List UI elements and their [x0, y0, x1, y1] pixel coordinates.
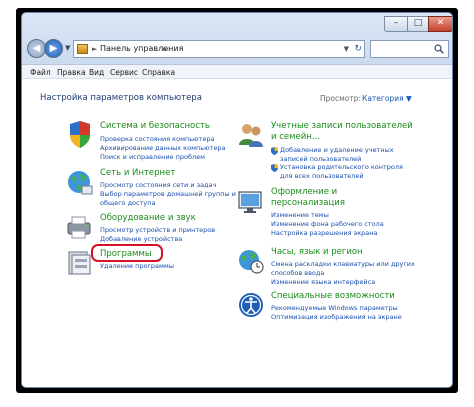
view-label: Просмотр: — [320, 94, 362, 103]
recent-pages-dropdown[interactable]: ▼ — [65, 44, 70, 52]
appearance-icon — [238, 191, 262, 213]
breadcrumb-separator[interactable]: ► — [92, 41, 97, 57]
menu-bar: Файл Правка Вид Сервис Справка — [22, 64, 452, 79]
link-screen-resolution[interactable]: Настройка разрешения экрана — [271, 229, 377, 238]
search-input[interactable] — [370, 40, 449, 58]
security-shield-icon — [70, 121, 90, 148]
link-homegroup-cont[interactable]: общего доступа — [100, 199, 155, 208]
link-optimize-display[interactable]: Оптимизация изображения на экране — [271, 313, 402, 322]
category-appearance-title-line2[interactable]: персонализация — [271, 198, 345, 209]
link-change-keyboard-cont[interactable]: способов ввода — [271, 269, 324, 278]
link-troubleshoot[interactable]: Поиск и исправление проблем — [100, 153, 205, 162]
link-change-display-language[interactable]: Изменение языка интерфейса — [271, 278, 375, 287]
link-recommended-settings[interactable]: Рекомендуемые Windows параметры — [271, 304, 398, 313]
category-access-title[interactable]: Специальные возможности — [271, 291, 395, 302]
category-network: Сеть и Интернет Просмотр состояния сети … — [66, 168, 246, 208]
category-appearance-title[interactable]: Оформление и — [271, 187, 337, 198]
link-network-status[interactable]: Просмотр состояния сети и задач — [100, 181, 216, 190]
minimize-button[interactable]: – — [384, 16, 408, 32]
breadcrumb-separator[interactable]: ► — [163, 41, 168, 57]
control-panel-icon — [77, 44, 88, 54]
category-clock: Часы, язык и регион Смена раскладки клав… — [237, 247, 427, 289]
link-change-background[interactable]: Изменение фона рабочего стола — [271, 220, 384, 229]
programs-icon — [68, 251, 91, 275]
category-users-title[interactable]: Учетные записи пользователей — [271, 121, 413, 132]
maximize-button[interactable]: □ — [407, 16, 429, 32]
menu-view[interactable]: Вид — [89, 66, 104, 79]
category-clock-title[interactable]: Часы, язык и регион — [271, 247, 363, 258]
link-change-theme[interactable]: Изменение темы — [271, 211, 329, 220]
address-bar[interactable]: ► Панель управления ► ▼ ↻ — [73, 40, 365, 58]
category-security-title[interactable]: Система и безопасность — [100, 121, 210, 132]
programs-highlight — [91, 244, 163, 262]
search-icon[interactable] — [434, 44, 444, 54]
link-change-keyboard[interactable]: Смена раскладки клавиатуры или других — [271, 260, 415, 269]
printer-icon — [67, 216, 91, 239]
view-mode-dropdown[interactable]: Категория ▼ — [362, 94, 412, 103]
link-parental-controls[interactable]: Установка родительского контроля — [280, 163, 403, 172]
menu-help[interactable]: Справка — [142, 66, 175, 79]
users-icon — [239, 124, 263, 147]
link-backup[interactable]: Архивирование данных компьютера — [100, 144, 225, 153]
menu-file[interactable]: Файл — [30, 66, 51, 79]
menu-tools[interactable]: Сервис — [110, 66, 138, 79]
category-access: Специальные возможности Рекомендуемые Wi… — [237, 291, 427, 325]
content-area: Настройка параметров компьютера Просмотр… — [22, 79, 452, 387]
link-add-device[interactable]: Добавление устройства — [100, 235, 182, 244]
category-appearance: Оформление и персонализация Изменение те… — [237, 187, 417, 239]
refresh-icon[interactable]: ↻ — [354, 41, 362, 57]
category-network-title[interactable]: Сеть и Интернет — [100, 168, 175, 179]
address-dropdown-icon[interactable]: ▼ — [344, 41, 349, 57]
forward-button[interactable]: ▶ — [44, 39, 63, 58]
link-homegroup[interactable]: Выбор параметров домашней группы и — [100, 190, 236, 199]
page-title: Настройка параметров компьютера — [40, 93, 202, 103]
network-globe-icon — [68, 171, 93, 195]
category-hardware-title[interactable]: Оборудование и звук — [100, 213, 196, 224]
category-users: Учетные записи пользователей и семейн...… — [237, 121, 417, 181]
ease-of-access-icon — [239, 293, 263, 317]
link-uninstall-program[interactable]: Удаление программы — [100, 262, 174, 271]
category-users-title-line2[interactable]: и семейн... — [271, 132, 320, 143]
uac-shield-icon — [271, 147, 278, 155]
link-parental-controls-cont[interactable]: для всех пользователей — [280, 172, 364, 181]
control-panel-window: – □ ✕ ◀ ▶ ▼ ► Панель управления ► ▼ ↻ Фа… — [21, 12, 453, 388]
breadcrumb-control-panel[interactable]: Панель управления — [100, 41, 183, 57]
link-check-status[interactable]: Проверка состояния компьютера — [100, 135, 214, 144]
clock-globe-icon — [239, 250, 264, 274]
close-button[interactable]: ✕ — [428, 16, 452, 32]
category-hardware: Оборудование и звук Просмотр устройств и… — [66, 213, 236, 243]
uac-shield-icon — [271, 164, 278, 172]
link-devices-printers[interactable]: Просмотр устройств и принтеров — [100, 226, 215, 235]
menu-edit[interactable]: Правка — [57, 66, 86, 79]
link-add-remove-accounts[interactable]: Добавление и удаление учетных — [280, 146, 394, 155]
category-security: Система и безопасность Проверка состояни… — [66, 121, 236, 163]
